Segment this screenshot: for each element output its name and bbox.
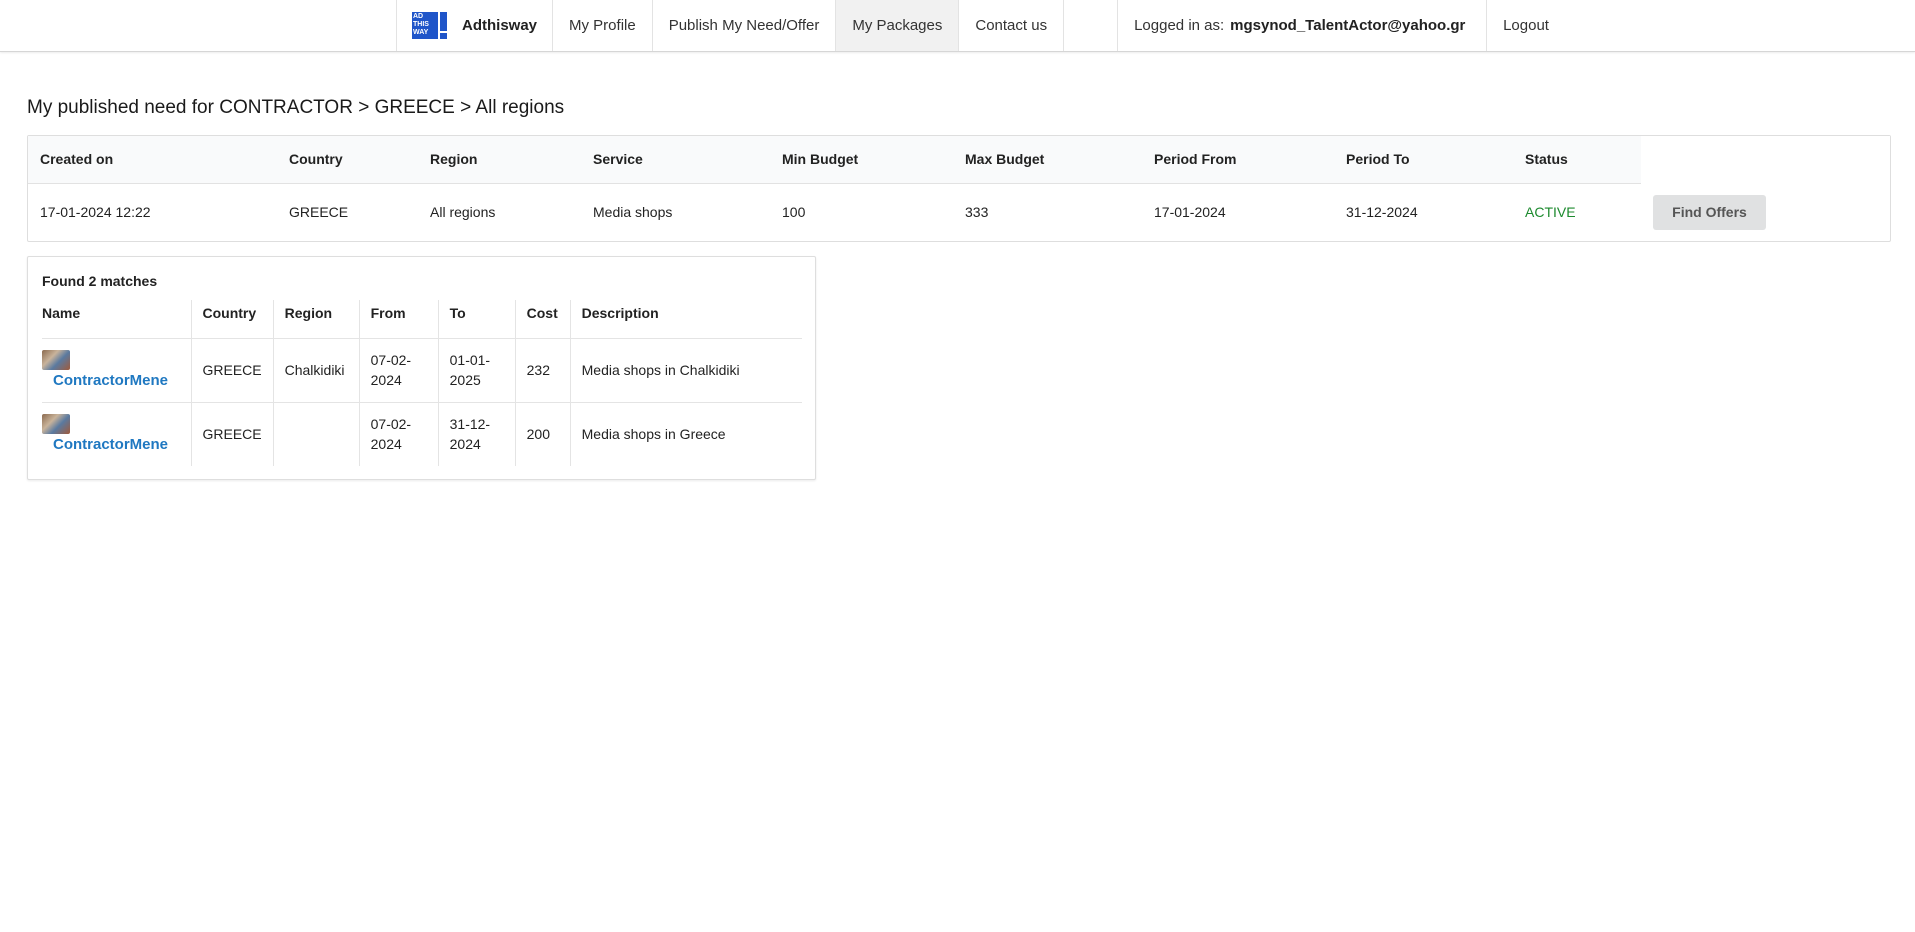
col-period-from: Period From — [1142, 136, 1334, 184]
nav-publish-need-offer[interactable]: Publish My Need/Offer — [651, 0, 836, 51]
need-row: 17-01-2024 12:22 GREECE All regions Medi… — [28, 183, 1890, 241]
matches-table: Name Country Region From To Cost Descrip… — [42, 300, 802, 466]
match-to: 01-01-2025 — [437, 338, 516, 403]
col-match-country: Country — [190, 300, 274, 339]
logo-dot — [440, 33, 447, 39]
col-min-budget: Min Budget — [770, 136, 953, 184]
match-description: Media shops in Greece — [569, 402, 802, 466]
col-status: Status — [1513, 136, 1641, 184]
top-nav: AD THIS WAY Adthisway My Profile Publish… — [0, 0, 1915, 52]
need-country: GREECE — [289, 204, 349, 221]
need-min-budget: 100 — [782, 204, 806, 221]
need-panel: Created on Country Region Service Min Bu… — [27, 135, 1891, 242]
page-title: My published need for CONTRACTOR > GREEC… — [27, 97, 565, 118]
match-description: Media shops in Chalkidiki — [569, 338, 802, 403]
match-to: 31-12-2024 — [437, 402, 516, 466]
adthisway-logo-icon: AD THIS WAY — [412, 12, 448, 39]
match-region: Chalkidiki — [272, 338, 360, 403]
need-created-on: 17-01-2024 12:22 — [40, 204, 151, 221]
match-name-link[interactable]: ContractorMene — [53, 371, 180, 391]
nav-bar: AD THIS WAY Adthisway My Profile Publish… — [396, 0, 1565, 51]
match-name-cell: ContractorMene — [42, 402, 191, 466]
col-created-on: Created on — [28, 136, 277, 184]
match-cost: 200 — [514, 402, 571, 466]
match-country: GREECE — [190, 402, 274, 466]
logged-in-label: Logged in as: — [1134, 17, 1225, 34]
avatar[interactable] — [42, 349, 70, 370]
match-country: GREECE — [190, 338, 274, 403]
nav-my-profile[interactable]: My Profile — [552, 0, 652, 51]
logged-in-user: Logged in as: mgsynod_TalentActor@yahoo.… — [1117, 0, 1486, 51]
match-region — [272, 402, 360, 466]
col-name: Name — [42, 300, 191, 339]
brand-link[interactable]: AD THIS WAY Adthisway — [396, 0, 552, 51]
need-table: Created on Country Region Service Min Bu… — [28, 136, 1890, 241]
col-from: From — [358, 300, 439, 339]
logo-text-ad: AD — [413, 13, 424, 20]
col-service: Service — [581, 136, 770, 184]
need-status-badge: ACTIVE — [1525, 204, 1576, 221]
match-cost: 232 — [514, 338, 571, 403]
need-max-budget: 333 — [965, 204, 989, 221]
col-country: Country — [277, 136, 418, 184]
logo-block: AD THIS WAY — [412, 12, 438, 39]
col-region: Region — [418, 136, 581, 184]
need-action-cell: Find Offers — [1641, 183, 1890, 241]
col-match-region: Region — [272, 300, 360, 339]
logged-in-email: mgsynod_TalentActor@yahoo.gr — [1230, 17, 1466, 34]
avatar[interactable] — [42, 413, 70, 434]
logo-text-this: THIS — [413, 21, 429, 28]
logout-link[interactable]: Logout — [1486, 0, 1565, 51]
match-row: ContractorMene GREECE 07-02-2024 31-12-2… — [42, 402, 802, 466]
need-region: All regions — [430, 204, 496, 221]
col-to: To — [437, 300, 516, 339]
match-name-link[interactable]: ContractorMene — [53, 435, 180, 455]
matches-title: Found 2 matches — [42, 273, 158, 289]
match-from: 07-02-2024 — [358, 402, 439, 466]
need-period-to: 31-12-2024 — [1346, 204, 1418, 221]
col-description: Description — [569, 300, 802, 339]
logo-bar — [440, 12, 447, 31]
nav-my-packages[interactable]: My Packages — [835, 0, 959, 51]
brand-name: Adthisway — [462, 17, 538, 34]
nav-contact-us[interactable]: Contact us — [958, 0, 1063, 51]
match-row: ContractorMene GREECE Chalkidiki 07-02-2… — [42, 338, 802, 403]
need-header-row: Created on Country Region Service Min Bu… — [28, 136, 1890, 184]
col-max-budget: Max Budget — [953, 136, 1142, 184]
col-period-to: Period To — [1334, 136, 1513, 184]
matches-header-row: Name Country Region From To Cost Descrip… — [42, 300, 802, 339]
match-from: 07-02-2024 — [358, 338, 439, 403]
nav-spacer — [1063, 0, 1117, 51]
need-service: Media shops — [593, 204, 673, 221]
col-cost: Cost — [514, 300, 571, 339]
matches-panel: Found 2 matches Name Country Region From… — [27, 256, 816, 480]
logo-text-way: WAY — [413, 29, 429, 36]
find-offers-button[interactable]: Find Offers — [1653, 194, 1766, 230]
need-period-from: 17-01-2024 — [1154, 204, 1226, 221]
match-name-cell: ContractorMene — [42, 338, 191, 403]
col-action — [1641, 136, 1890, 183]
